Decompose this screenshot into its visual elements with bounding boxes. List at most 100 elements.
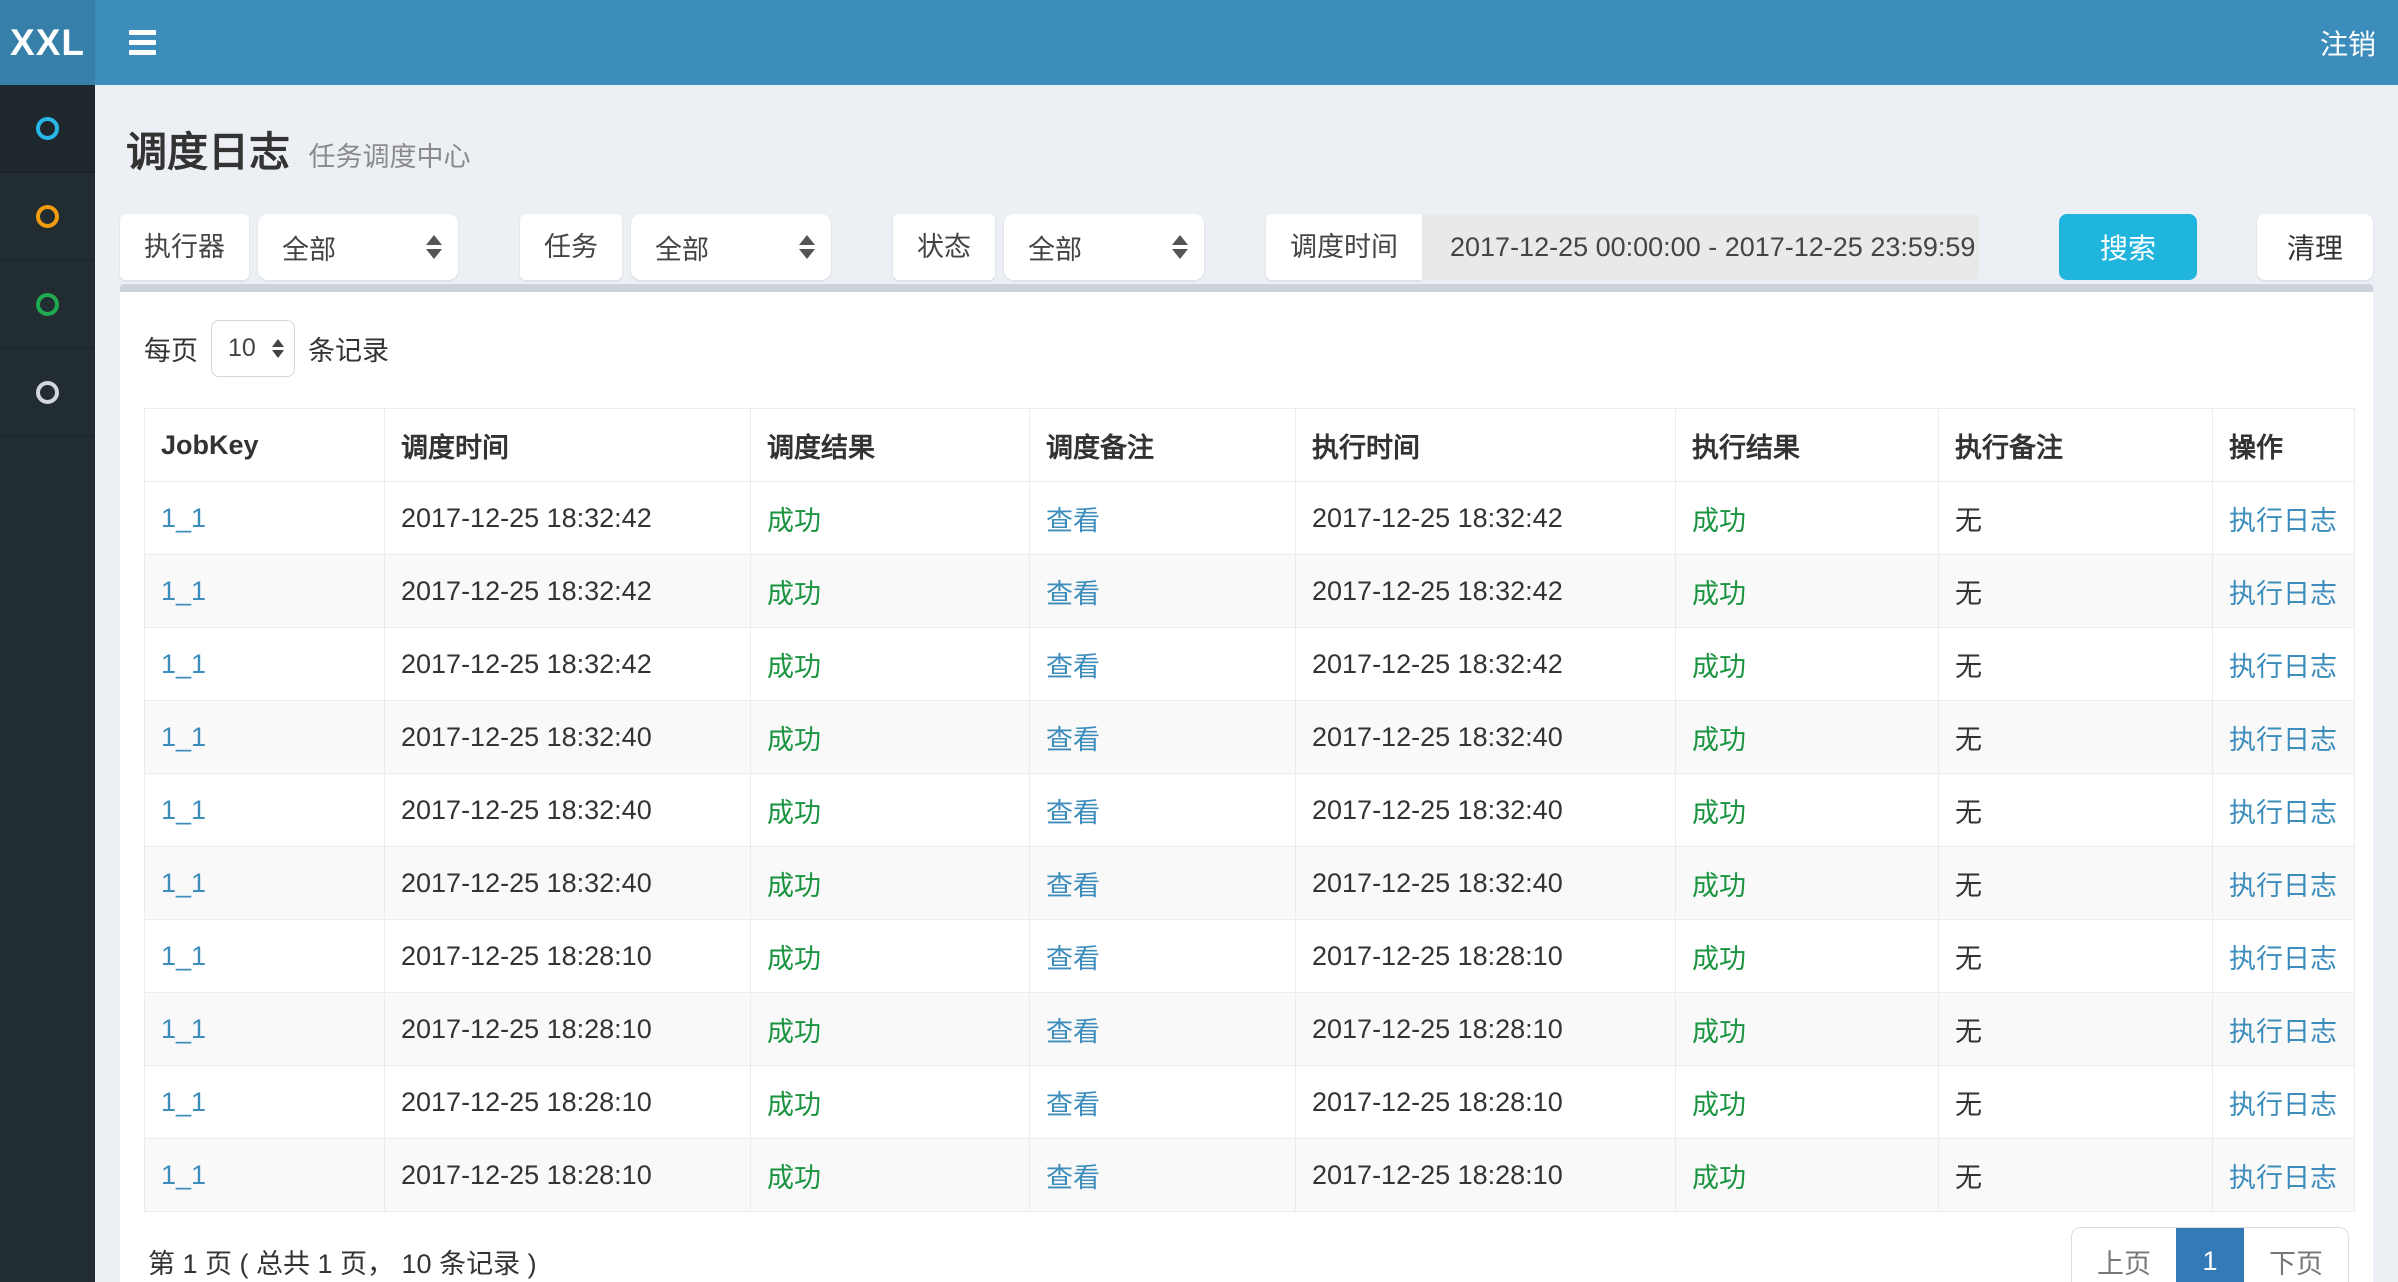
next-page-button[interactable]: 下页: [2244, 1228, 2348, 1282]
time-filter-group: 调度时间 2017-12-25 00:00:00 - 2017-12-25 23…: [1266, 214, 1979, 280]
menu-bar: [129, 40, 156, 45]
handle-msg-cell: 无: [1939, 701, 2213, 774]
exec-log-link[interactable]: 执行日志: [2229, 871, 2337, 901]
executor-filter-group: 执行器 全部: [120, 214, 458, 280]
page-size-value: 10: [228, 334, 256, 363]
handle-result-status: 成功: [1692, 944, 1746, 974]
sidebar-item[interactable]: [0, 349, 95, 437]
trigger-msg-view-link[interactable]: 查看: [1046, 944, 1100, 974]
select-arrows-icon: [272, 339, 284, 358]
time-filter-label: 调度时间: [1266, 214, 1422, 280]
jobkey-link[interactable]: 1_1: [161, 649, 206, 679]
trigger-time-cell: 2017-12-25 18:28:10: [385, 993, 751, 1066]
jobkey-link[interactable]: 1_1: [161, 722, 206, 752]
exec-log-link[interactable]: 执行日志: [2229, 652, 2337, 682]
exec-log-link[interactable]: 执行日志: [2229, 1017, 2337, 1047]
exec-log-link[interactable]: 执行日志: [2229, 1090, 2337, 1120]
jobkey-link[interactable]: 1_1: [161, 1014, 206, 1044]
trigger-msg-view-link[interactable]: 查看: [1046, 798, 1100, 828]
trigger-result-status: 成功: [767, 579, 821, 609]
handle-msg-cell: 无: [1939, 1066, 2213, 1139]
prev-page-button[interactable]: 上页: [2072, 1228, 2176, 1282]
filter-toolbar: 执行器 全部 任务 全部 状态 全部 调度时间 2017-12-25 00:00…: [120, 214, 2373, 280]
table-header-row: JobKey 调度时间 调度结果 调度备注 执行时间 执行结果 执行备注 操作: [145, 409, 2355, 482]
trigger-time-cell: 2017-12-25 18:32:42: [385, 555, 751, 628]
search-button[interactable]: 搜索: [2059, 214, 2197, 280]
handle-result-status: 成功: [1692, 579, 1746, 609]
job-select-value: 全部: [655, 228, 709, 267]
trigger-msg-view-link[interactable]: 查看: [1046, 1090, 1100, 1120]
sidebar-item[interactable]: [0, 85, 95, 173]
handle-result-status: 成功: [1692, 1163, 1746, 1193]
trigger-result-status: 成功: [767, 652, 821, 682]
executor-select-value: 全部: [282, 228, 336, 267]
handle-time-cell: 2017-12-25 18:28:10: [1296, 920, 1676, 993]
log-table: JobKey 调度时间 调度结果 调度备注 执行时间 执行结果 执行备注 操作: [144, 408, 2355, 1212]
trigger-time-cell: 2017-12-25 18:32:42: [385, 628, 751, 701]
logout-button[interactable]: 注销: [2320, 23, 2376, 63]
handle-result-status: 成功: [1692, 871, 1746, 901]
page-size-select[interactable]: 10: [211, 320, 295, 377]
status-filter-label: 状态: [893, 214, 995, 280]
jobkey-link[interactable]: 1_1: [161, 503, 206, 533]
status-select[interactable]: 全部: [1004, 214, 1204, 280]
handle-time-cell: 2017-12-25 18:32:42: [1296, 555, 1676, 628]
log-panel: 每页 10 条记录 JobKey 调度时间 调度结果: [120, 284, 2373, 1282]
jobkey-link[interactable]: 1_1: [161, 795, 206, 825]
exec-log-link[interactable]: 执行日志: [2229, 579, 2337, 609]
jobkey-link[interactable]: 1_1: [161, 1160, 206, 1190]
handle-msg-cell: 无: [1939, 1139, 2213, 1212]
select-arrows-icon: [1172, 235, 1188, 259]
circle-icon: [36, 205, 59, 228]
current-page-button[interactable]: 1: [2176, 1228, 2244, 1282]
job-select[interactable]: 全部: [631, 214, 831, 280]
circle-icon: [36, 117, 59, 140]
trigger-msg-view-link[interactable]: 查看: [1046, 1017, 1100, 1047]
time-range-input[interactable]: 2017-12-25 00:00:00 - 2017-12-25 23:59:5…: [1422, 214, 1979, 280]
column-header: 执行时间: [1296, 409, 1676, 482]
column-header: 执行备注: [1939, 409, 2213, 482]
handle-msg-cell: 无: [1939, 774, 2213, 847]
exec-log-link[interactable]: 执行日志: [2229, 506, 2337, 536]
trigger-msg-view-link[interactable]: 查看: [1046, 579, 1100, 609]
jobkey-link[interactable]: 1_1: [161, 941, 206, 971]
table-row: 1_1 2017-12-25 18:28:10 成功 查看 2017-12-25…: [145, 1139, 2355, 1212]
exec-log-link[interactable]: 执行日志: [2229, 944, 2337, 974]
trigger-msg-view-link[interactable]: 查看: [1046, 871, 1100, 901]
pagination: 上页 1 下页: [2071, 1227, 2349, 1282]
exec-log-link[interactable]: 执行日志: [2229, 725, 2337, 755]
page-size-suffix-label: 条记录: [308, 329, 389, 368]
page-title: 调度日志: [126, 129, 290, 175]
handle-result-status: 成功: [1692, 506, 1746, 536]
circle-icon: [36, 381, 59, 404]
sidebar-item[interactable]: [0, 261, 95, 349]
jobkey-link[interactable]: 1_1: [161, 868, 206, 898]
sidebar-item[interactable]: [0, 173, 95, 261]
jobkey-link[interactable]: 1_1: [161, 1087, 206, 1117]
handle-time-cell: 2017-12-25 18:32:42: [1296, 482, 1676, 555]
clear-button[interactable]: 清理: [2257, 214, 2373, 280]
trigger-time-cell: 2017-12-25 18:28:10: [385, 920, 751, 993]
table-row: 1_1 2017-12-25 18:28:10 成功 查看 2017-12-25…: [145, 993, 2355, 1066]
trigger-msg-view-link[interactable]: 查看: [1046, 506, 1100, 536]
exec-log-link[interactable]: 执行日志: [2229, 798, 2337, 828]
trigger-result-status: 成功: [767, 871, 821, 901]
executor-select[interactable]: 全部: [258, 214, 458, 280]
handle-msg-cell: 无: [1939, 920, 2213, 993]
trigger-msg-view-link[interactable]: 查看: [1046, 725, 1100, 755]
table-footer: 第 1 页 ( 总共 1 页， 10 条记录 ) 上页 1 下页: [144, 1227, 2349, 1282]
column-header: JobKey: [145, 409, 385, 482]
jobkey-link[interactable]: 1_1: [161, 576, 206, 606]
trigger-msg-view-link[interactable]: 查看: [1046, 652, 1100, 682]
handle-msg-cell: 无: [1939, 482, 2213, 555]
trigger-time-cell: 2017-12-25 18:32:40: [385, 774, 751, 847]
table-body: 1_1 2017-12-25 18:32:42 成功 查看 2017-12-25…: [145, 482, 2355, 1212]
trigger-result-status: 成功: [767, 1017, 821, 1047]
exec-log-link[interactable]: 执行日志: [2229, 1163, 2337, 1193]
trigger-msg-view-link[interactable]: 查看: [1046, 1163, 1100, 1193]
sidebar-toggle-menu-icon[interactable]: [123, 24, 162, 61]
trigger-result-status: 成功: [767, 1163, 821, 1193]
column-header: 调度备注: [1030, 409, 1296, 482]
handle-time-cell: 2017-12-25 18:28:10: [1296, 1066, 1676, 1139]
handle-result-status: 成功: [1692, 652, 1746, 682]
